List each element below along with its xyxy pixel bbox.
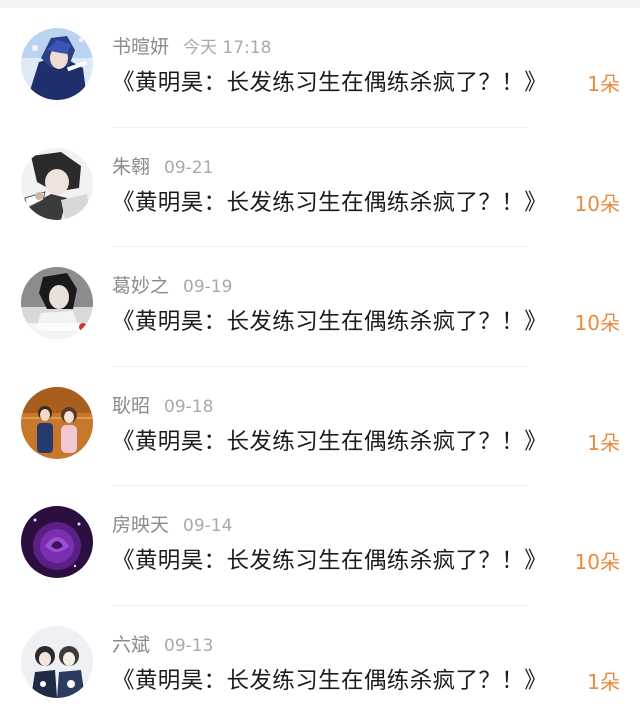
avatar-couple-photo-icon <box>21 387 93 459</box>
book-title[interactable]: 《黄明昊：长发练习生在偶练杀疯了？！》 <box>112 66 547 100</box>
user-name[interactable]: 葛妙之 <box>112 275 169 297</box>
flower-count: 10朵 <box>575 546 620 578</box>
avatar[interactable] <box>21 387 93 459</box>
user-name[interactable]: 耿昭 <box>112 395 150 417</box>
avatar[interactable] <box>21 267 93 339</box>
list-item[interactable]: 房映天 09-14 《黄明昊：长发练习生在偶练杀疯了？！》 10朵 <box>0 486 640 606</box>
user-name[interactable]: 书暄妍 <box>112 36 169 58</box>
book-title[interactable]: 《黄明昊：长发练习生在偶练杀疯了？！》 <box>112 664 547 698</box>
user-name[interactable]: 房映天 <box>112 514 169 536</box>
book-title[interactable]: 《黄明昊：长发练习生在偶练杀疯了？！》 <box>112 186 547 220</box>
post-date: 09-13 <box>164 636 213 656</box>
gift-list: 书暄妍今天 17:18 《黄明昊：长发练习生在偶练杀疯了？！》 1朵 朱翱 09-… <box>0 8 640 725</box>
post-date: 今天 17:18 <box>183 38 271 58</box>
avatar-portrait-dark-icon <box>21 267 93 339</box>
list-item[interactable]: 朱翱 09-21 《黄明昊：长发练习生在偶练杀疯了？！》 10朵 <box>0 128 640 248</box>
flower-count: 1朵 <box>587 427 620 459</box>
flower-count: 10朵 <box>575 188 620 220</box>
list-item[interactable]: 葛妙之 09-19 《黄明昊：长发练习生在偶练杀疯了？！》 10朵 <box>0 247 640 367</box>
user-name[interactable]: 六斌 <box>112 634 150 656</box>
post-date: 09-14 <box>183 516 232 536</box>
flower-count: 10朵 <box>575 307 620 339</box>
avatar-anime-boy-blue-icon <box>21 28 93 100</box>
post-date: 09-18 <box>164 397 213 417</box>
avatar[interactable] <box>21 28 93 100</box>
list-item[interactable]: 书暄妍今天 17:18 《黄明昊：长发练习生在偶练杀疯了？！》 1朵 <box>0 8 640 128</box>
post-date: 09-19 <box>183 277 232 297</box>
avatar-anime-boy-sketch-icon <box>21 148 93 220</box>
list-item[interactable]: 六斌 09-13 《黄明昊：长发练习生在偶练杀疯了？！》 1朵 <box>0 606 640 725</box>
avatar[interactable] <box>21 148 93 220</box>
avatar[interactable] <box>21 626 93 698</box>
book-title[interactable]: 《黄明昊：长发练习生在偶练杀疯了？！》 <box>112 305 547 339</box>
avatar-purple-rose-icon <box>21 506 93 578</box>
top-strip <box>0 0 640 8</box>
avatar[interactable] <box>21 506 93 578</box>
flower-count: 1朵 <box>587 68 620 100</box>
book-title[interactable]: 《黄明昊：长发练习生在偶练杀疯了？！》 <box>112 544 547 578</box>
avatar-couple-cartoon-icon <box>21 626 93 698</box>
post-date: 09-21 <box>164 158 213 178</box>
user-name[interactable]: 朱翱 <box>112 156 150 178</box>
book-title[interactable]: 《黄明昊：长发练习生在偶练杀疯了？！》 <box>112 425 547 459</box>
flower-count: 1朵 <box>587 666 620 698</box>
list-item[interactable]: 耿昭 09-18 《黄明昊：长发练习生在偶练杀疯了？！》 1朵 <box>0 367 640 487</box>
